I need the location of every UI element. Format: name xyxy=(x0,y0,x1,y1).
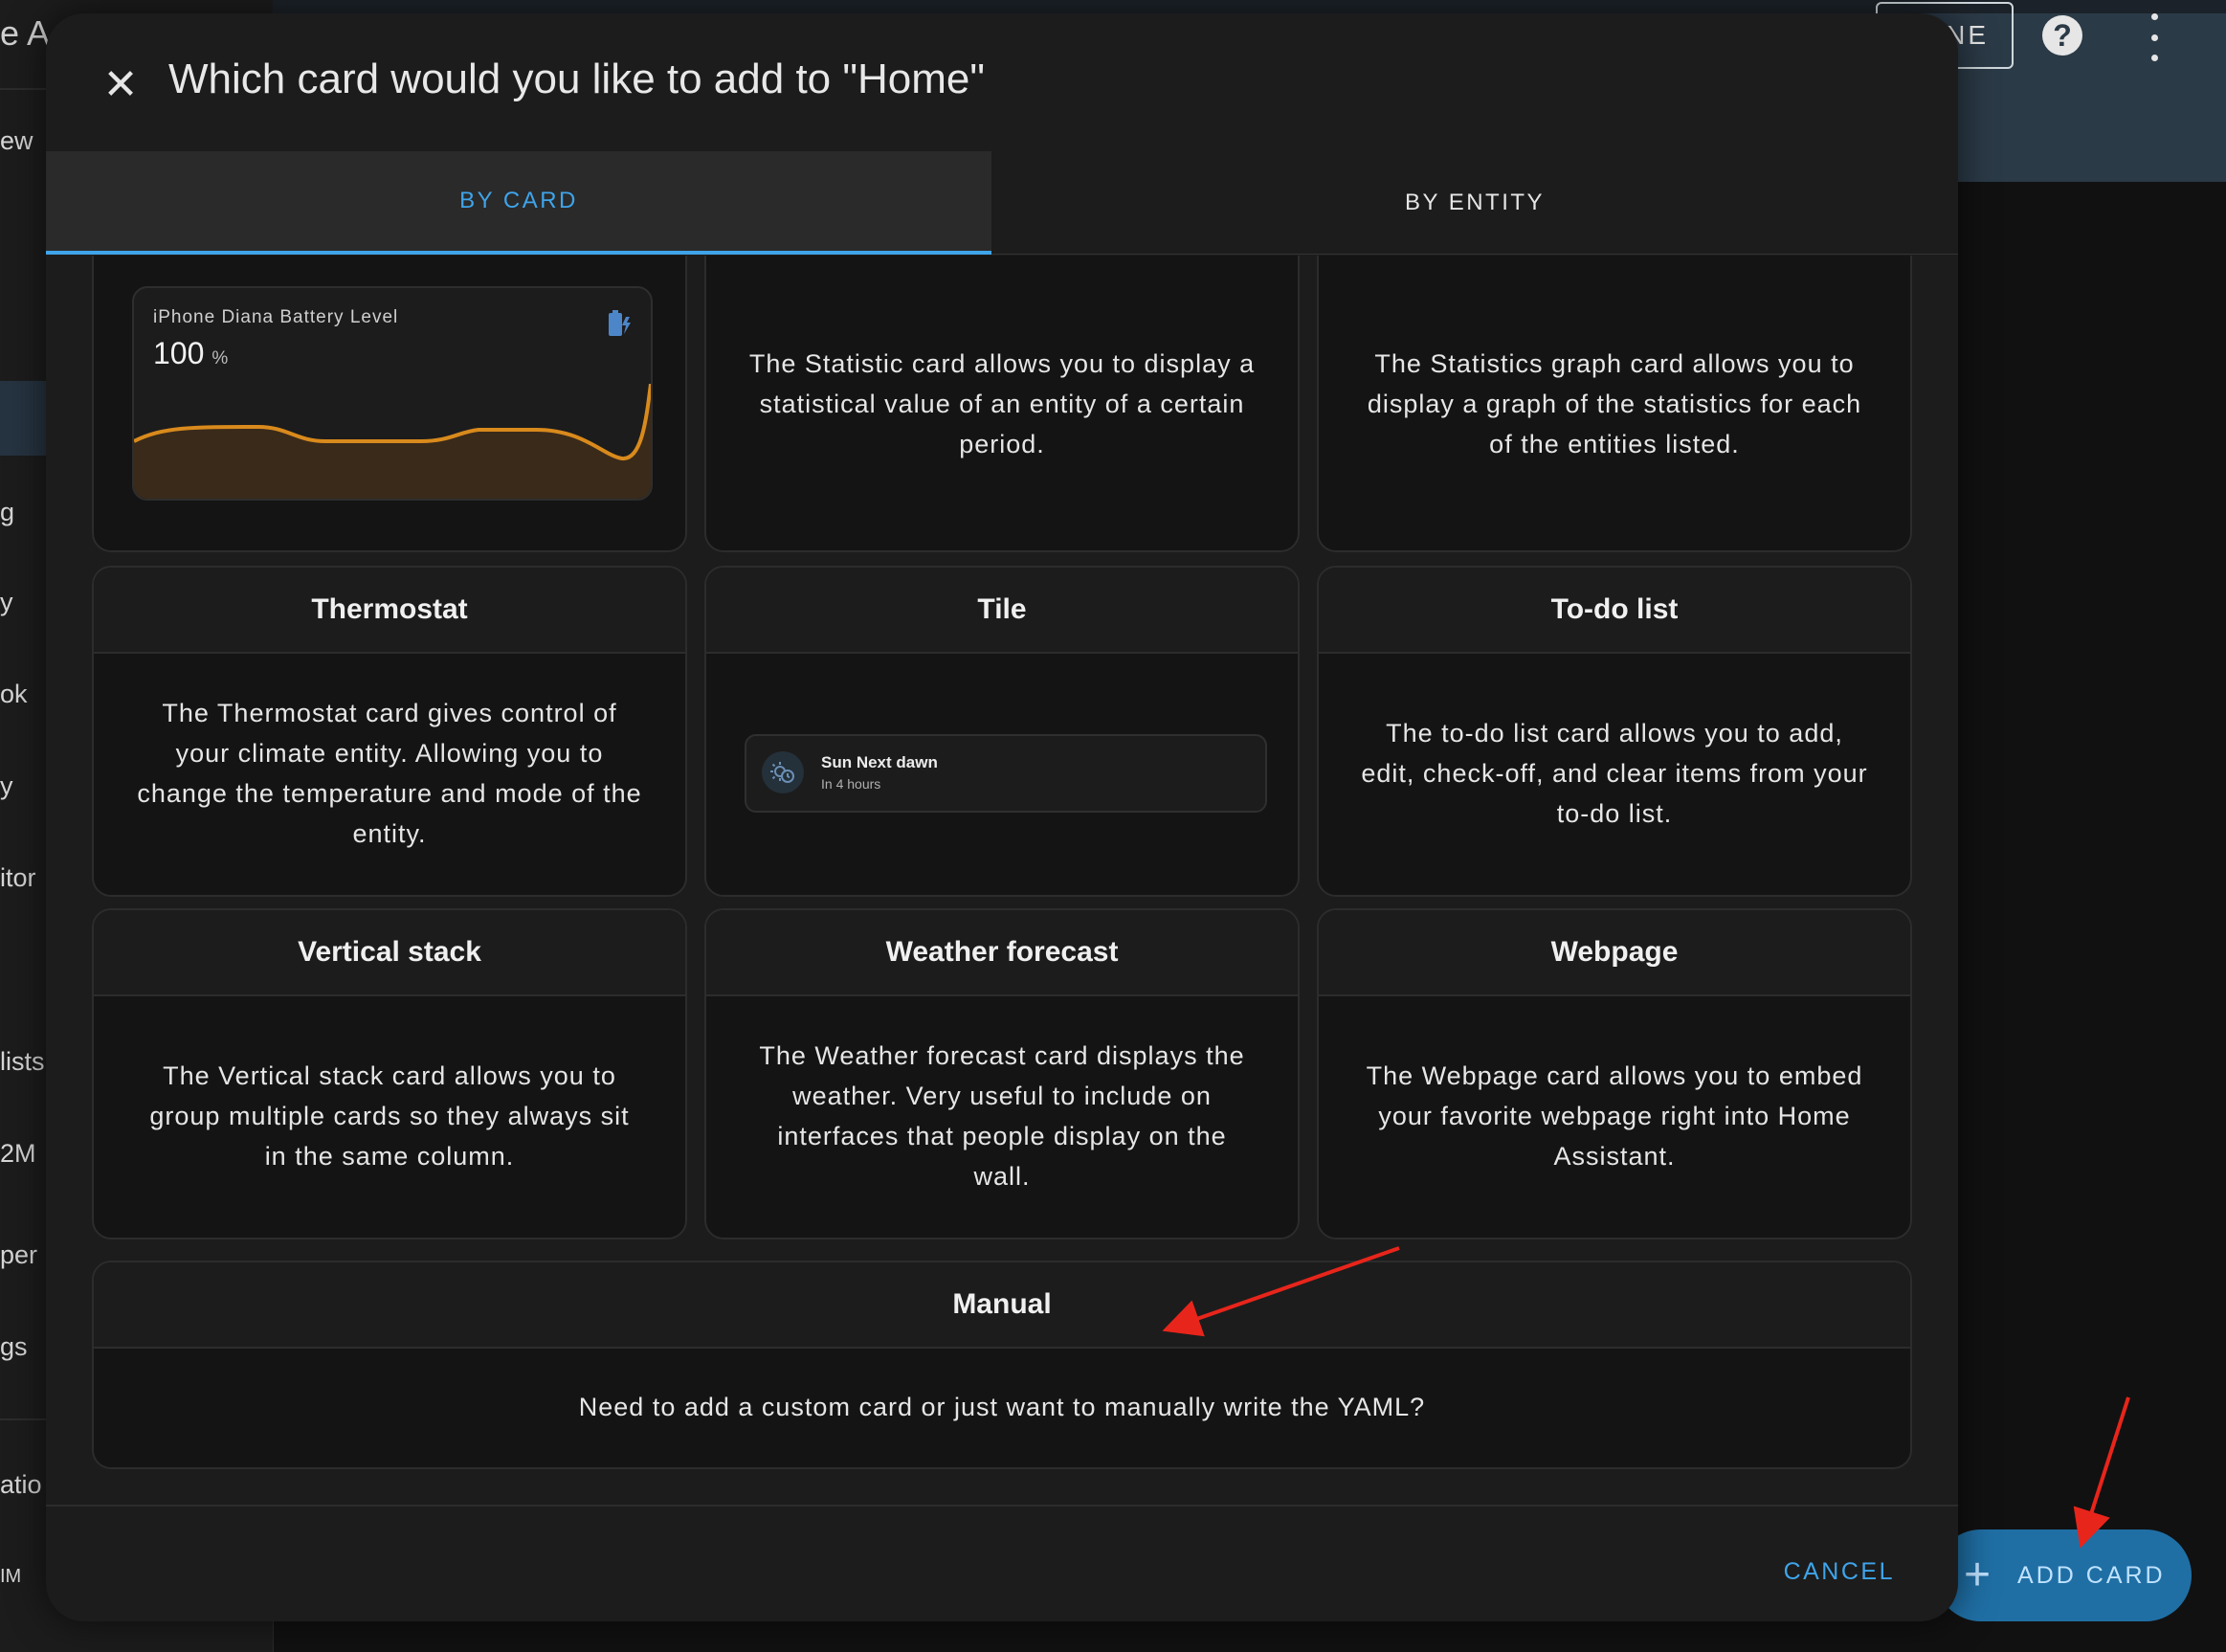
preview-value: 100% xyxy=(153,336,228,371)
card-title: Thermostat xyxy=(94,568,685,654)
card-description: The to-do list card allows you to add, e… xyxy=(1361,719,1868,828)
card-description: The Webpage card allows you to embed you… xyxy=(1366,1061,1863,1171)
dialog-footer: CANCEL xyxy=(46,1505,1958,1621)
sidebar-item[interactable]: y xyxy=(0,588,13,617)
sidebar-item[interactable]: lists xyxy=(0,1047,45,1077)
tile-card-preview: Sun Next dawn In 4 hours xyxy=(745,734,1267,813)
add-card-dialog: ✕ Which card would you like to add to "H… xyxy=(46,13,1958,1621)
card-option-statistic[interactable]: The Statistic card allows you to display… xyxy=(704,256,1300,552)
card-title: Webpage xyxy=(1319,910,1910,996)
tab-by-entity[interactable]: BY ENTITY xyxy=(991,151,1958,255)
card-title: Weather forecast xyxy=(706,910,1298,996)
card-description: Need to add a custom card or just want t… xyxy=(578,1393,1426,1421)
card-description: The Weather forecast card displays the w… xyxy=(759,1041,1245,1191)
card-title: Vertical stack xyxy=(94,910,685,996)
more-options-icon[interactable] xyxy=(2140,13,2169,61)
sidebar-item[interactable]: per xyxy=(0,1240,37,1270)
card-option-tile[interactable]: Tile Sun Next dawn In 4 hours xyxy=(704,566,1300,897)
cancel-button[interactable]: CANCEL xyxy=(1784,1558,1895,1586)
card-title: To-do list xyxy=(1319,568,1910,654)
close-icon[interactable]: ✕ xyxy=(98,61,144,108)
card-option-vertical-stack[interactable]: Vertical stack The Vertical stack card a… xyxy=(92,908,687,1239)
battery-history-graph xyxy=(134,384,651,499)
card-title: Manual xyxy=(94,1262,1910,1349)
dialog-title: Which card would you like to add to "Hom… xyxy=(168,56,985,102)
card-option-webpage[interactable]: Webpage The Webpage card allows you to e… xyxy=(1317,908,1912,1239)
card-option-sensor[interactable]: iPhone Diana Battery Level 100% xyxy=(92,256,687,552)
tile-preview-area: Sun Next dawn In 4 hours xyxy=(706,652,1298,895)
card-option-manual[interactable]: Manual Need to add a custom card or just… xyxy=(92,1261,1912,1469)
sidebar-item[interactable]: ok xyxy=(0,680,28,709)
sidebar-item[interactable]: gs xyxy=(0,1332,28,1362)
preview-unit: % xyxy=(211,348,229,368)
help-icon[interactable]: ? xyxy=(2042,15,2082,56)
sidebar-item[interactable]: ew xyxy=(0,126,33,156)
card-option-thermostat[interactable]: Thermostat The Thermostat card gives con… xyxy=(92,566,687,897)
sidebar-item[interactable]: atio xyxy=(0,1470,42,1500)
tab-by-card[interactable]: BY CARD xyxy=(46,151,991,255)
preview-value-number: 100 xyxy=(153,336,205,370)
sun-clock-icon xyxy=(762,751,804,793)
card-option-weather-forecast[interactable]: Weather forecast The Weather forecast ca… xyxy=(704,908,1300,1239)
card-description: The Vertical stack card allows you to gr… xyxy=(149,1061,630,1171)
card-description: The Statistics graph card allows you to … xyxy=(1367,349,1862,458)
sidebar-item[interactable]: y xyxy=(0,771,13,801)
card-option-statistics-graph[interactable]: The Statistics graph card allows you to … xyxy=(1317,256,1912,552)
sensor-card-preview: iPhone Diana Battery Level 100% xyxy=(132,286,653,501)
sidebar-item[interactable]: 2M xyxy=(0,1139,36,1169)
tile-entity-state: In 4 hours xyxy=(821,776,881,792)
battery-charging-icon xyxy=(609,310,631,336)
annotation-arrow-add-card xyxy=(2073,1396,2130,1549)
card-title: Tile xyxy=(706,568,1298,654)
card-description: The Statistic card allows you to display… xyxy=(748,349,1256,458)
sidebar-item[interactable]: IM xyxy=(0,1566,21,1588)
sidebar-item[interactable]: itor xyxy=(0,863,36,893)
card-description: The Thermostat card gives control of you… xyxy=(137,699,642,848)
preview-entity-name: iPhone Diana Battery Level xyxy=(153,307,399,327)
plus-icon: + xyxy=(1964,1550,1992,1600)
tile-entity-name: Sun Next dawn xyxy=(821,753,938,771)
sidebar-title: e A xyxy=(0,13,51,53)
add-card-label: ADD CARD xyxy=(2017,1561,2166,1589)
card-option-todo-list[interactable]: To-do list The to-do list card allows yo… xyxy=(1317,566,1912,897)
sidebar-item[interactable]: g xyxy=(0,498,14,527)
add-card-button[interactable]: + ADD CARD xyxy=(1935,1529,2192,1621)
card-picker-list: iPhone Diana Battery Level 100% The Stat… xyxy=(46,256,1958,1521)
